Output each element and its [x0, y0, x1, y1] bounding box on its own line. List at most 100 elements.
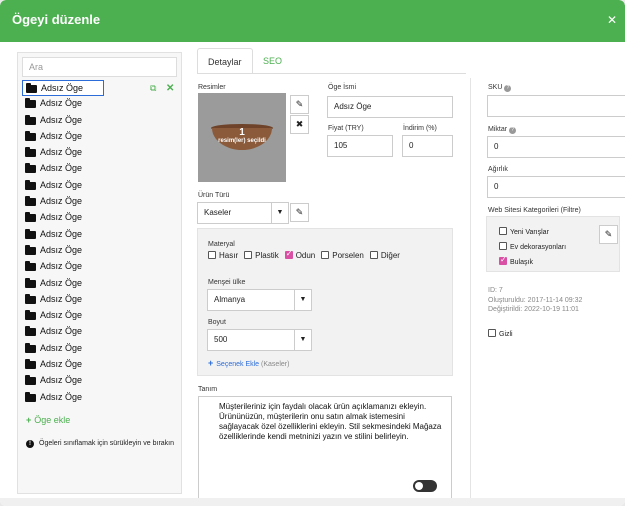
material-option-label: Diğer: [380, 251, 400, 260]
list-item-label: Adsız Öge: [40, 244, 83, 255]
close-icon[interactable]: ✕: [607, 13, 617, 27]
close-icon: ✖: [295, 119, 304, 129]
column-divider: [470, 78, 471, 498]
description-text: Müşterileriniz için faydalı olacak ürün …: [219, 402, 442, 441]
folder-icon: [25, 342, 36, 353]
material-option[interactable]: Hasır: [208, 251, 238, 260]
list-item[interactable]: Adsız Öge: [22, 373, 179, 389]
checkbox[interactable]: [284, 249, 293, 259]
list-item-label: Adsız Öge: [40, 277, 83, 288]
checkbox[interactable]: [499, 227, 507, 235]
weight-input[interactable]: 0: [487, 176, 625, 198]
list-item[interactable]: Adsız Öge: [22, 161, 179, 177]
product-type-value: Kaseler: [204, 208, 232, 217]
drag-hint: ! Ögeleri sınıflamak için sürükleyin ve b…: [26, 439, 176, 449]
categories-panel: ✎ Yeni Varışlar Ev dekorasyonları Bulaşık: [486, 216, 620, 272]
created-date: Oluşturuldu: 2017-11-14 09:32: [488, 296, 583, 304]
product-type-select[interactable]: Kaseler ▼: [197, 202, 289, 224]
item-name-input[interactable]: Adsız Öge: [327, 96, 453, 118]
delete-image-button[interactable]: ✖: [290, 115, 309, 134]
search-input[interactable]: [22, 57, 177, 77]
info-icon: !: [26, 440, 34, 448]
product-image[interactable]: 1 resim(ler) seçildi: [198, 93, 286, 182]
item-list-panel: Adsız Öge⧉✕Adsız ÖgeAdsız ÖgeAdsız ÖgeAd…: [17, 52, 182, 494]
list-item[interactable]: Adsız Öge: [22, 96, 179, 112]
list-item[interactable]: Adsız Öge ⧉ ✕: [22, 80, 174, 97]
checkbox[interactable]: [499, 255, 507, 265]
hidden-checkbox[interactable]: Gizli: [488, 329, 513, 338]
list-item[interactable]: Adsız Öge: [22, 292, 179, 308]
category-option[interactable]: Yeni Varışlar: [499, 227, 549, 236]
folder-icon: [25, 163, 36, 174]
list-item[interactable]: Adsız Öge: [22, 357, 179, 373]
checkbox[interactable]: [321, 251, 330, 259]
material-option[interactable]: Porselen: [321, 251, 364, 260]
chevron-down-icon: ▼: [294, 290, 311, 310]
checkbox[interactable]: [208, 251, 216, 259]
list-item-label: Adsız Öge: [40, 375, 83, 386]
folder-icon: [25, 179, 36, 190]
list-item-label: Adsız Öge: [40, 163, 83, 174]
edit-image-button[interactable]: ✎: [290, 95, 309, 114]
add-variant-button[interactable]: + Seçenek Ekle (Kaseler): [208, 358, 289, 368]
material-option[interactable]: Odun: [284, 249, 316, 260]
help-icon[interactable]: ?: [504, 85, 512, 92]
material-label: Materyal: [208, 241, 235, 248]
ai-toggle[interactable]: [413, 480, 437, 492]
list-item[interactable]: Adsız Öge: [22, 194, 179, 210]
checkbox[interactable]: [499, 242, 507, 250]
product-attributes-panel: Materyal Hasır Plastik Odun Porselen Diğer M…: [197, 228, 453, 376]
quantity-input[interactable]: 0: [487, 136, 625, 158]
list-item[interactable]: Adsız Öge: [22, 129, 179, 145]
price-input[interactable]: 105: [327, 135, 393, 157]
list-item-label: Adsız Öge: [40, 179, 83, 190]
help-icon[interactable]: ?: [509, 127, 517, 134]
category-option-label: Yeni Varışlar: [510, 229, 549, 236]
origin-label: Menşei ülke: [208, 279, 246, 286]
copy-icon[interactable]: ⧉: [150, 81, 156, 96]
list-item[interactable]: Adsız Öge: [22, 308, 179, 324]
description-editor[interactable]: Müşterileriniz için faydalı olacak ürün …: [198, 396, 452, 499]
size-select[interactable]: 500 ▼: [207, 329, 312, 351]
category-option-label: Bulaşık: [510, 259, 533, 266]
material-option-label: Odun: [295, 251, 316, 260]
checkbox[interactable]: [369, 251, 378, 259]
edit-product-type-button[interactable]: ✎: [290, 203, 309, 222]
list-item[interactable]: Adsız Öge: [22, 178, 179, 194]
folder-icon: [25, 147, 36, 158]
list-item-label: Adsız Öge: [40, 212, 83, 223]
size-label: Boyut: [208, 319, 226, 326]
checkbox[interactable]: [244, 251, 253, 259]
edit-item-dialog: Ögeyi düzenle ✕ Adsız Öge⧉✕Adsız ÖgeAdsı…: [0, 0, 625, 506]
list-fade: [22, 405, 82, 411]
discount-input[interactable]: 0: [402, 135, 453, 157]
list-item[interactable]: Adsız Öge: [22, 259, 179, 275]
material-option[interactable]: Diğer: [369, 251, 400, 260]
hidden-checkbox-box[interactable]: [488, 329, 496, 337]
sku-input[interactable]: [487, 95, 625, 117]
sku-label: SKU?: [488, 84, 512, 92]
list-item-label: Adsız Öge: [40, 342, 83, 353]
dialog-header: Ögeyi düzenle ✕: [0, 0, 625, 42]
tab-seo[interactable]: SEO: [253, 48, 292, 74]
edit-categories-button[interactable]: ✎: [599, 225, 618, 244]
close-icon[interactable]: ✕: [166, 81, 174, 96]
list-item[interactable]: Adsız Öge: [22, 145, 179, 161]
category-option[interactable]: Bulaşık: [499, 255, 533, 266]
add-item-button[interactable]: + Öge ekle: [26, 415, 70, 425]
origin-select[interactable]: Almanya ▼: [207, 289, 312, 311]
list-item[interactable]: Adsız Öge: [22, 390, 179, 406]
list-item[interactable]: Adsız Öge: [22, 227, 179, 243]
list-item[interactable]: Adsız Öge: [22, 276, 179, 292]
tab-details[interactable]: Detaylar: [197, 48, 253, 74]
material-option[interactable]: Plastik: [244, 251, 279, 260]
list-item[interactable]: Adsız Öge: [22, 243, 179, 259]
category-option[interactable]: Ev dekorasyonları: [499, 242, 566, 251]
list-item-label: Adsız Öge: [40, 130, 83, 141]
list-item[interactable]: Adsız Öge: [22, 210, 179, 226]
list-item[interactable]: Adsız Öge: [22, 324, 179, 340]
list-item[interactable]: Adsız Öge: [22, 113, 179, 129]
list-item[interactable]: Adsız Öge: [22, 341, 179, 357]
image-count: 1: [239, 127, 245, 138]
list-item-label: Adsız Öge: [40, 147, 83, 158]
